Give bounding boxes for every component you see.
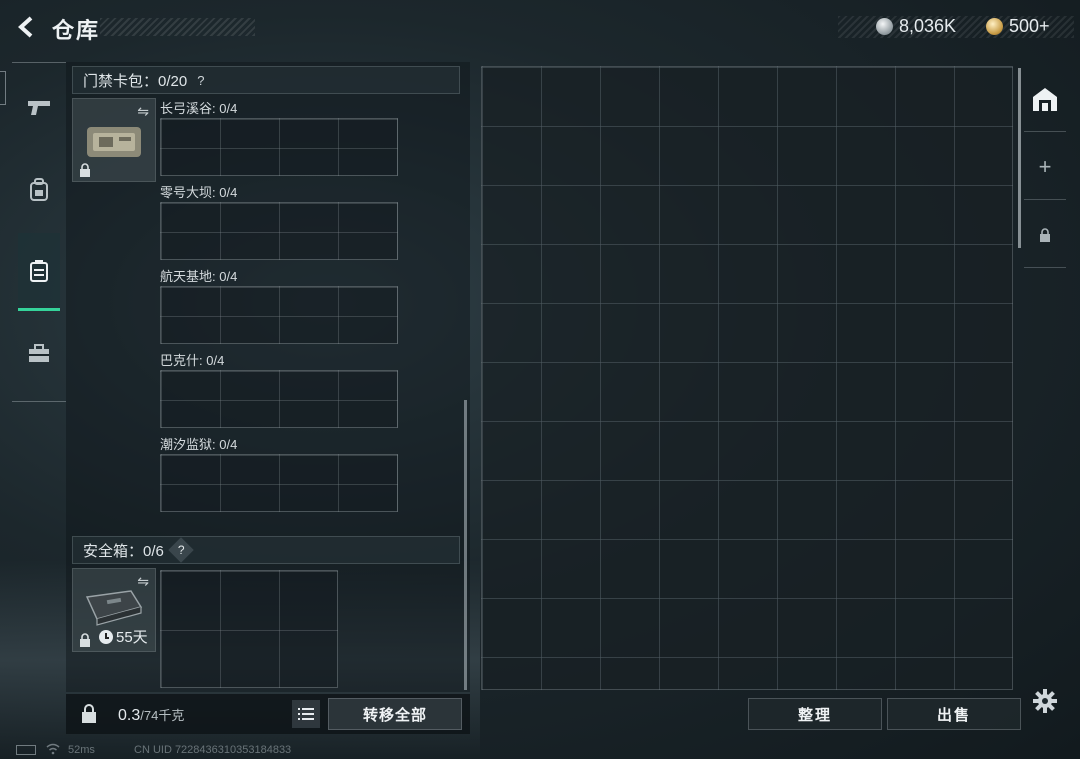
- back-arrow-icon: [18, 16, 33, 38]
- zone-slot-grid[interactable]: [160, 370, 398, 428]
- lock-icon: [80, 633, 90, 647]
- safe-box-expiry: 55天: [99, 626, 148, 647]
- title-decoration: [100, 18, 255, 36]
- gold-amount: 500+: [1009, 16, 1050, 36]
- weight-readout: 0.3/74千克: [118, 705, 184, 725]
- settings-button[interactable]: [1030, 686, 1060, 716]
- swap-icon[interactable]: ⇋: [137, 103, 149, 120]
- ping-readout: 52ms: [68, 744, 95, 756]
- help-icon: ?: [177, 543, 185, 557]
- storage-scrollbar[interactable]: [1018, 68, 1021, 248]
- nav-edge-marker: [0, 71, 6, 105]
- safe-box-slot[interactable]: ⇋ 55天: [72, 568, 156, 652]
- silver-currency[interactable]: 8,036K: [876, 16, 956, 37]
- lock-icon: [80, 163, 90, 177]
- nav-item-container[interactable]: [18, 233, 60, 311]
- back-button[interactable]: [12, 12, 42, 42]
- keycard-help-button[interactable]: ?: [197, 73, 204, 88]
- gear-icon: [1033, 689, 1057, 713]
- lock-icon: [1040, 227, 1050, 242]
- clock-icon: [99, 629, 113, 644]
- list-view-button[interactable]: [292, 700, 320, 728]
- gold-coin-icon: [986, 18, 1003, 35]
- zone-label: 零号大坝: 0/4: [160, 185, 238, 200]
- tab-locked[interactable]: [1024, 202, 1066, 268]
- status-bar: 52ms CN UID 7228436310353184833: [0, 741, 1080, 759]
- storage-tabs: +: [1024, 66, 1066, 270]
- safe-box-header: 安全箱：0/6 ?: [72, 536, 460, 564]
- sort-button[interactable]: 整理: [748, 698, 882, 730]
- warehouse-icon: [1033, 87, 1057, 111]
- silver-coin-icon: [876, 18, 893, 35]
- bag-lock-icon: [82, 704, 96, 723]
- transfer-all-button[interactable]: 转移全部: [328, 698, 462, 730]
- panel-scrollbar[interactable]: [464, 400, 467, 690]
- safe-box-title: 安全箱：0/6: [83, 542, 164, 560]
- backpack-icon: [30, 178, 48, 201]
- silver-amount: 8,036K: [899, 16, 957, 36]
- nav-item-backpack[interactable]: [18, 169, 60, 211]
- weight-value: 0.3: [118, 707, 141, 724]
- storage-grid[interactable]: [481, 66, 1013, 690]
- zone-slot-grid[interactable]: [160, 118, 398, 176]
- top-bar: 仓库 8,036K 500+: [0, 0, 1080, 56]
- battery-icon: [16, 745, 36, 755]
- bag-lock-button[interactable]: [74, 699, 104, 729]
- zone-label: 巴克什: 0/4: [160, 353, 225, 368]
- keycard-pack-title: 门禁卡包：0/20: [83, 72, 188, 90]
- nav-item-briefcase[interactable]: [18, 333, 60, 375]
- sell-button[interactable]: 出售: [887, 698, 1021, 730]
- zone-slot-grid[interactable]: [160, 286, 398, 344]
- page-title: 仓库: [52, 18, 101, 43]
- tab-add-page[interactable]: +: [1024, 134, 1066, 200]
- equipment-panel: 门禁卡包：0/20 ? ⇋ 长弓溪谷: 0/4 零号大坝: 0/4 航天基地: …: [66, 62, 470, 692]
- zone-label: 潮汐监狱: 0/4: [160, 437, 238, 452]
- left-nav: [0, 62, 66, 402]
- keycard-pack-slot[interactable]: ⇋: [72, 98, 156, 182]
- tab-warehouse[interactable]: [1024, 66, 1066, 132]
- zone-slot-grid[interactable]: [160, 202, 398, 260]
- safe-box-grid[interactable]: [160, 570, 338, 688]
- container-icon: [30, 259, 48, 282]
- nav-item-weapons[interactable]: [18, 87, 60, 129]
- briefcase-icon: [29, 344, 49, 362]
- safe-box-help-button[interactable]: ?: [168, 537, 194, 563]
- safe-box-days: 55天: [116, 629, 148, 646]
- gold-currency[interactable]: 500+: [986, 16, 1050, 37]
- wifi-icon: [46, 743, 60, 755]
- keycard-pack-header: 门禁卡包：0/20 ?: [72, 66, 460, 94]
- bag-status-bar: 0.3/74千克 转移全部: [66, 694, 470, 734]
- zone-label: 长弓溪谷: 0/4: [160, 101, 238, 116]
- keycard-pack-icon: [87, 127, 141, 157]
- safe-box-icon: [85, 590, 143, 626]
- uid-readout: CN UID 7228436310353184833: [134, 744, 292, 756]
- plus-icon: +: [1038, 153, 1052, 179]
- zone-label: 航天基地: 0/4: [160, 269, 238, 284]
- zone-slot-grid[interactable]: [160, 454, 398, 512]
- pistol-icon: [28, 101, 50, 115]
- weight-capacity: /74千克: [140, 708, 185, 723]
- list-icon: [298, 708, 314, 720]
